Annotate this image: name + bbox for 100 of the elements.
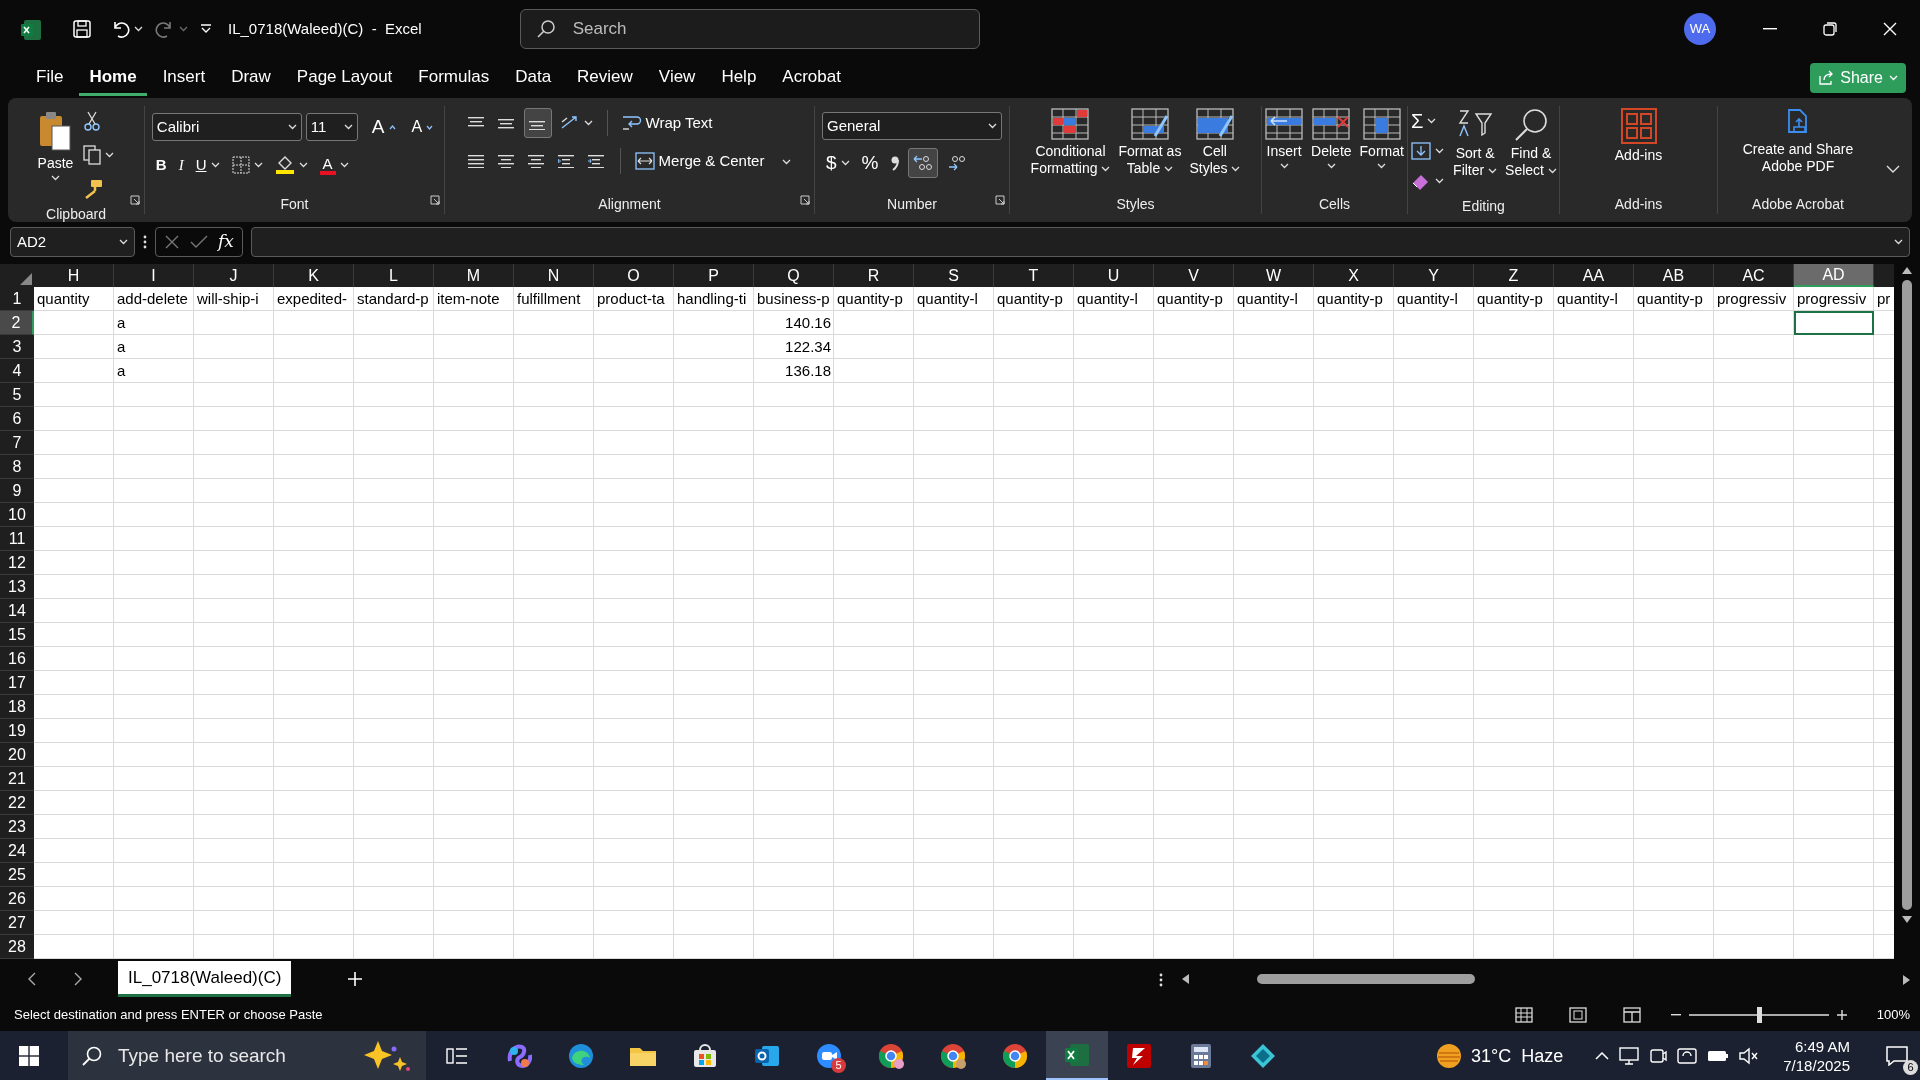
row-header[interactable]: 6	[0, 407, 34, 431]
vertical-scrollbar[interactable]	[1902, 280, 1912, 910]
column-header[interactable]: V	[1154, 264, 1234, 287]
column-header[interactable]: W	[1234, 264, 1314, 287]
italic-button[interactable]: I	[174, 150, 188, 180]
row-header[interactable]: 25	[0, 863, 34, 887]
row-header[interactable]: 9	[0, 479, 34, 503]
column-header[interactable]: AB	[1634, 264, 1714, 287]
merge-center-button[interactable]: Merge & Center	[630, 146, 796, 176]
paste-button[interactable]: Paste	[34, 106, 77, 183]
underline-button[interactable]: U	[191, 150, 224, 180]
number-format-dropdown[interactable]: General	[822, 112, 1002, 140]
row-header[interactable]: 3	[0, 335, 34, 359]
selected-cell[interactable]	[1794, 311, 1874, 335]
column-header[interactable]: U	[1074, 264, 1154, 287]
notifications-button[interactable]: 6	[1874, 1031, 1920, 1080]
row-header[interactable]: 20	[0, 743, 34, 767]
bold-button[interactable]: B	[151, 150, 171, 180]
row-header[interactable]: 13	[0, 575, 34, 599]
menu-tab[interactable]: Draw	[221, 60, 281, 96]
column-header[interactable]: S	[914, 264, 994, 287]
row-header[interactable]: 22	[0, 791, 34, 815]
bottom-align-button[interactable]	[523, 108, 552, 138]
row-header[interactable]: 5	[0, 383, 34, 407]
delete-cells-button[interactable]: Delete	[1308, 106, 1355, 171]
search-field[interactable]: Search	[519, 9, 980, 49]
column-header[interactable]: AC	[1714, 264, 1794, 287]
decrease-font-button[interactable]: A	[407, 112, 438, 142]
add-ins-button[interactable]: Add-ins	[1611, 106, 1666, 166]
insert-function-button[interactable]: fx	[218, 229, 234, 255]
menu-tab[interactable]: Formulas	[408, 60, 500, 96]
menu-tab[interactable]: Acrobat	[772, 60, 851, 96]
increase-font-button[interactable]: A	[367, 112, 400, 142]
column-header[interactable]: AA	[1554, 264, 1634, 287]
font-size-dropdown[interactable]: 11	[305, 113, 358, 141]
row-header[interactable]: 21	[0, 767, 34, 791]
menu-tab[interactable]: View	[648, 60, 706, 96]
autosum-button[interactable]: Σ	[1407, 106, 1449, 136]
row-header[interactable]: 2	[0, 311, 34, 335]
row-header[interactable]: 23	[0, 815, 34, 839]
zoom-slider-thumb[interactable]	[1756, 1007, 1762, 1023]
column-header[interactable]: N	[514, 264, 594, 287]
column-header[interactable]: T	[994, 264, 1074, 287]
sort-filter-button[interactable]: Sort & Filter	[1450, 106, 1501, 181]
column-header[interactable]: J	[194, 264, 274, 287]
menu-tab[interactable]: Page Layout	[286, 60, 403, 96]
conditional-formatting-button[interactable]: Conditional Formatting	[1027, 106, 1114, 179]
row-header[interactable]: 8	[0, 455, 34, 479]
column-header[interactable]: H	[34, 264, 114, 287]
row-header[interactable]: 14	[0, 599, 34, 623]
taskbar-button[interactable]: 5	[798, 1031, 860, 1080]
wrap-text-button[interactable]: Wrap Text	[617, 108, 717, 138]
menu-tab[interactable]: Review	[567, 60, 643, 96]
create-pdf-button[interactable]: Create and Share Adobe PDF	[1739, 106, 1857, 177]
row-header[interactable]: 26	[0, 887, 34, 911]
format-as-table-button[interactable]: Format as Table	[1115, 106, 1185, 179]
row-header[interactable]: 28	[0, 935, 34, 959]
menu-tab[interactable]: Home	[79, 60, 147, 96]
row-header[interactable]: 17	[0, 671, 34, 695]
cell-styles-button[interactable]: Cell Styles	[1186, 106, 1244, 179]
font-name-dropdown[interactable]: Calibri	[151, 113, 302, 141]
row-header[interactable]: 27	[0, 911, 34, 935]
currency-button[interactable]: $	[822, 148, 854, 178]
menu-tab[interactable]: Data	[505, 60, 562, 96]
column-header[interactable]: Z	[1474, 264, 1554, 287]
column-header[interactable]: O	[594, 264, 674, 287]
row-header[interactable]: 4	[0, 359, 34, 383]
increase-decimal-button[interactable]	[908, 148, 939, 178]
column-header[interactable]: R	[834, 264, 914, 287]
column-header[interactable]: M	[434, 264, 514, 287]
row-header[interactable]: 19	[0, 719, 34, 743]
row-header[interactable]: 12	[0, 551, 34, 575]
horizontal-scrollbar[interactable]	[1257, 974, 1476, 984]
column-header[interactable]: Q	[754, 264, 834, 287]
row-header[interactable]: 18	[0, 695, 34, 719]
font-color-button[interactable]: A	[315, 150, 353, 180]
row-header[interactable]: 7	[0, 431, 34, 455]
column-header[interactable]: I	[114, 264, 194, 287]
percent-button[interactable]: %	[857, 148, 883, 178]
insert-cells-button[interactable]: Insert	[1262, 106, 1307, 171]
formula-field[interactable]	[250, 227, 1910, 257]
menu-tab[interactable]: Help	[711, 60, 767, 96]
menu-tab[interactable]: File	[26, 60, 74, 96]
column-header[interactable]: L	[354, 264, 434, 287]
column-header[interactable]: P	[674, 264, 754, 287]
column-header[interactable]: AD	[1794, 264, 1874, 287]
name-box[interactable]: AD2	[10, 227, 135, 257]
row-header[interactable]: 1	[0, 287, 34, 311]
menu-tab[interactable]: Insert	[152, 60, 216, 96]
row-header[interactable]: 10	[0, 503, 34, 527]
sheet-tab[interactable]: IL_0718(Waleed)(C)	[118, 961, 292, 997]
column-header[interactable]: Y	[1394, 264, 1474, 287]
column-header[interactable]: X	[1314, 264, 1394, 287]
column-header[interactable]: K	[274, 264, 354, 287]
row-header[interactable]: 15	[0, 623, 34, 647]
row-header[interactable]: 11	[0, 527, 34, 551]
row-header[interactable]: 16	[0, 647, 34, 671]
format-cells-button[interactable]: Format	[1356, 106, 1407, 171]
find-select-button[interactable]: Find & Select	[1502, 106, 1560, 181]
row-header[interactable]: 24	[0, 839, 34, 863]
